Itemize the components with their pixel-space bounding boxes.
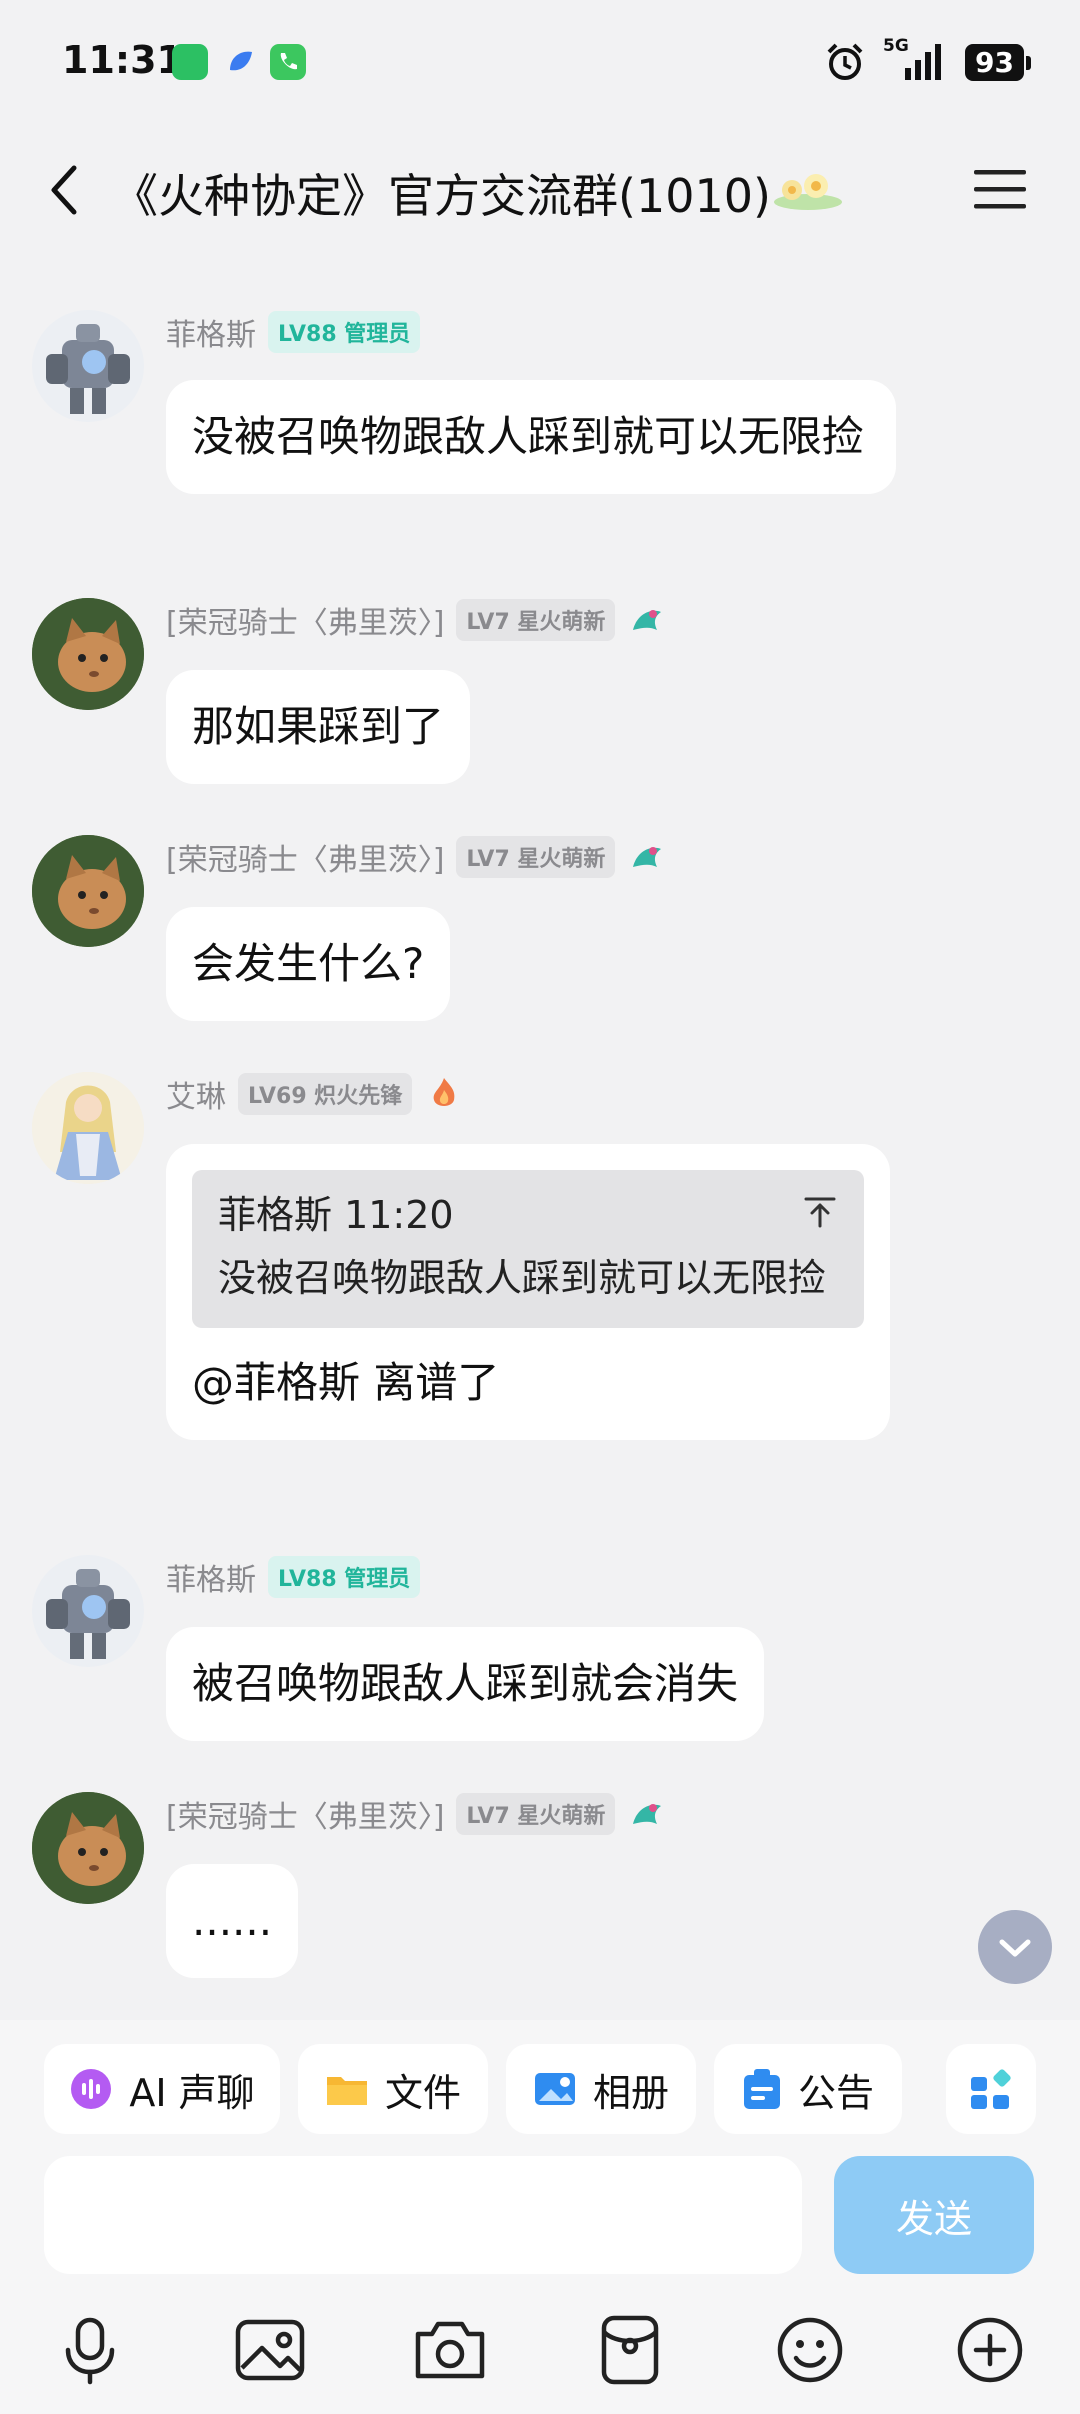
ai-voice-icon: [71, 2069, 112, 2109]
file-button[interactable]: 文件: [298, 2044, 488, 2134]
message-bubble[interactable]: 被召唤物跟敌人踩到就会消失: [166, 1627, 765, 1741]
avatar-cat[interactable]: [32, 598, 144, 710]
sender-name[interactable]: 艾琳: [166, 1072, 226, 1116]
more-apps-button[interactable]: [946, 2044, 1036, 2134]
level-badge: LV7 星火萌新: [456, 1793, 616, 1835]
sender-row: [荣冠骑士〈弗里茨〉] LV7 星火萌新: [166, 835, 667, 879]
signal-icon: 5G: [883, 36, 949, 84]
wechat-icon: [172, 44, 208, 80]
sender-row: [荣冠骑士〈弗里茨〉] LV7 星火萌新: [166, 1792, 667, 1836]
avatar-robot[interactable]: [32, 1555, 144, 1667]
ai-voice-button[interactable]: AI 声聊: [44, 2044, 280, 2134]
flame-badge-icon: [433, 1078, 455, 1106]
level-badge: LV88 管理员: [268, 1556, 421, 1598]
sender-name[interactable]: 菲格斯: [166, 310, 256, 354]
avatar-cat[interactable]: [32, 1792, 144, 1904]
microphone-icon[interactable]: [50, 2310, 130, 2390]
notice-label: 公告: [797, 2070, 874, 2115]
sender-name[interactable]: [荣冠骑士〈弗里茨〉]: [166, 598, 444, 642]
image-icon[interactable]: [230, 2310, 310, 2390]
level-badge: LV7 星火萌新: [456, 599, 616, 641]
phone-app-icon: [270, 44, 306, 80]
avatar-cat[interactable]: [32, 835, 144, 947]
status-right: 5G 93: [823, 36, 1031, 84]
emoji-icon[interactable]: [770, 2310, 850, 2390]
message-bubble[interactable]: ......: [166, 1864, 299, 1978]
dragon-badge-icon: [633, 610, 662, 630]
album-icon: [534, 2073, 575, 2105]
level-badge: LV69 炽火先锋: [238, 1073, 413, 1115]
sender-row: 菲格斯 LV88 管理员: [166, 310, 421, 354]
sender-row: [荣冠骑士〈弗里茨〉] LV7 星火萌新: [166, 598, 667, 642]
notice-button[interactable]: 公告: [714, 2044, 902, 2134]
camera-icon[interactable]: [410, 2310, 490, 2390]
level-badge: LV7 星火萌新: [456, 836, 616, 878]
plus-icon[interactable]: [950, 2310, 1030, 2390]
file-label: 文件: [384, 2070, 461, 2115]
quoted-message[interactable]: 菲格斯 11:20 没被召唤物跟敌人踩到就可以无限捡: [192, 1170, 864, 1328]
message-input[interactable]: [44, 2156, 802, 2274]
quoted-text: 没被召唤物跟敌人踩到就可以无限捡: [218, 1256, 827, 1300]
quoted-header: 菲格斯 11:20: [218, 1193, 454, 1237]
sender-name[interactable]: 菲格斯: [166, 1555, 256, 1599]
chat-title: 《火种协定》官方交流群(1010): [112, 169, 771, 223]
avatar-elf[interactable]: [32, 1072, 144, 1184]
dragon-badge-icon: [633, 1804, 662, 1824]
red-packet-icon[interactable]: [590, 2310, 670, 2390]
alarm-icon: [827, 43, 863, 80]
input-area: AI 声聊 文件 相册 公告 发送: [0, 2020, 1080, 2414]
status-time: 11:31: [62, 38, 183, 82]
chat-header: 《火种协定》官方交流群(1010): [0, 130, 1080, 250]
message-text: @菲格斯 离谱了: [192, 1358, 500, 1407]
jump-to-original-icon[interactable]: [802, 1194, 838, 1230]
app-icon: [222, 44, 258, 80]
sender-row: 艾琳 LV69 炽火先锋: [166, 1072, 464, 1116]
notice-icon: [743, 2069, 780, 2109]
scroll-to-bottom-button[interactable]: [978, 1910, 1052, 1984]
ai-voice-label: AI 声聊: [129, 2070, 255, 2115]
status-bar: 11:31 5G 93: [0, 0, 1080, 120]
message-bubble[interactable]: 没被召唤物跟敌人踩到就可以无限捡: [166, 380, 896, 494]
menu-icon[interactable]: [972, 164, 1028, 214]
sender-name[interactable]: [荣冠骑士〈弗里茨〉]: [166, 835, 444, 879]
dragon-badge-icon: [633, 847, 662, 867]
flower-decoration-icon: [774, 174, 842, 210]
album-button[interactable]: 相册: [506, 2044, 696, 2134]
message-bubble[interactable]: 菲格斯 11:20 没被召唤物跟敌人踩到就可以无限捡 @菲格斯 离谱了: [166, 1144, 890, 1440]
message-bubble[interactable]: 会发生什么?: [166, 907, 451, 1021]
level-badge: LV88 管理员: [268, 311, 421, 353]
sender-row: 菲格斯 LV88 管理员: [166, 1555, 421, 1599]
battery-indicator: 93: [965, 43, 1031, 81]
sender-name[interactable]: [荣冠骑士〈弗里茨〉]: [166, 1792, 444, 1836]
back-arrow-icon[interactable]: [38, 160, 98, 220]
chevron-down-icon: [999, 1939, 1031, 1957]
folder-icon: [326, 2077, 367, 2105]
send-button[interactable]: 发送: [834, 2156, 1034, 2274]
album-label: 相册: [592, 2070, 669, 2115]
avatar-robot[interactable]: [32, 310, 144, 422]
message-bubble[interactable]: 那如果踩到了: [166, 670, 471, 784]
apps-grid-icon: [971, 2069, 1011, 2109]
